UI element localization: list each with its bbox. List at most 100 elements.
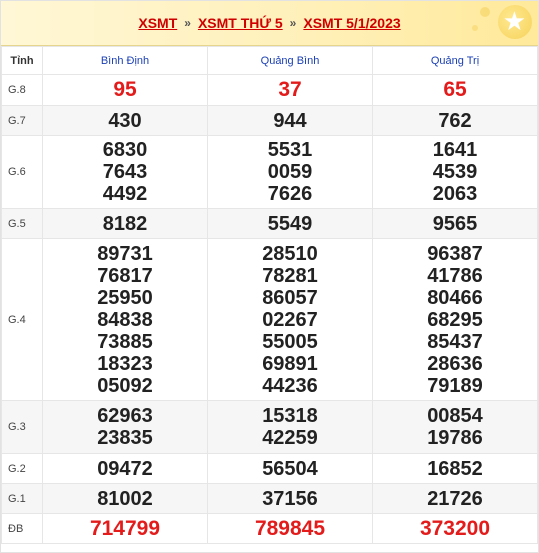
table-row: ĐB 714799 789845 373200 (1, 513, 538, 544)
province-header-binh-dinh[interactable]: Bình Định (42, 46, 208, 75)
prize-cell: 5531 0059 7626 (207, 135, 373, 209)
prize-number: 95 (113, 78, 137, 101)
prize-number: 19786 (427, 427, 483, 449)
table-header-row: Tỉnh Bình Định Quảng Bình Quảng Trị (1, 46, 538, 75)
prize-cell: 95 (42, 74, 208, 106)
prize-number: 78281 (262, 264, 318, 287)
prize-number: 8182 (102, 212, 148, 235)
prize-cell: 56504 (207, 453, 373, 484)
prize-number: 21726 (427, 487, 483, 510)
prize-number: 5531 (267, 139, 313, 161)
prize-number: 05092 (97, 374, 153, 397)
table-row: G.2 09472 56504 16852 (1, 453, 538, 484)
prize-number: 84838 (97, 308, 153, 331)
table-row: G.6 6830 7643 4492 5531 0059 7626 1641 4539 2063 (1, 135, 538, 209)
prize-label: G.3 (1, 400, 43, 454)
prize-cell: 81002 (42, 483, 208, 514)
prize-number: 80466 (427, 286, 483, 309)
prize-number: 789845 (254, 516, 326, 540)
prize-label: G.8 (1, 74, 43, 106)
prize-cell: 789845 (207, 513, 373, 544)
breadcrumb: XSMT » XSMT THỨ 5 » XSMT 5/1/2023 ★ (1, 1, 538, 46)
prize-number: 430 (108, 109, 142, 132)
prize-cell: 9565 (372, 208, 538, 239)
prize-number: 69891 (262, 352, 318, 375)
prize-number: 6830 (102, 139, 148, 161)
prize-number: 1641 (432, 139, 478, 161)
prize-number: 2063 (432, 183, 478, 205)
prize-label: G.6 (1, 135, 43, 209)
results-panel: XSMT » XSMT THỨ 5 » XSMT 5/1/2023 ★ Tỉnh… (0, 0, 539, 553)
prize-number: 37156 (262, 487, 318, 510)
province-header-quang-tri[interactable]: Quảng Trị (372, 46, 538, 75)
prize-number: 28636 (427, 352, 483, 375)
prize-number: 9565 (432, 212, 478, 235)
prize-number: 85437 (427, 330, 483, 353)
prize-cell: 65 (372, 74, 538, 106)
prize-cell: 1641 4539 2063 (372, 135, 538, 209)
prize-cell: 09472 (42, 453, 208, 484)
table-row: G.1 81002 37156 21726 (1, 483, 538, 514)
table-row: G.4 89731 76817 25950 84838 73885 18323 05092 28… (1, 238, 538, 401)
prize-number: 25950 (97, 286, 153, 309)
prize-number: 79189 (427, 374, 483, 397)
prize-number: 73885 (97, 330, 153, 353)
breadcrumb-link-xsmt-thu5[interactable]: XSMT THỨ 5 (198, 15, 283, 31)
prize-number: 09472 (97, 457, 153, 480)
breadcrumb-separator: » (289, 16, 297, 30)
prize-label: G.1 (1, 483, 43, 514)
prize-number: 37 (278, 78, 302, 101)
prize-cell: 16852 (372, 453, 538, 484)
province-header-quang-binh[interactable]: Quảng Bình (207, 46, 373, 75)
prize-number: 23835 (97, 427, 153, 449)
table-row: G.5 8182 5549 9565 (1, 208, 538, 239)
prize-cell: 62963 23835 (42, 400, 208, 454)
prize-number: 15318 (262, 405, 318, 427)
prize-number: 65 (443, 78, 467, 101)
prize-cell: 762 (372, 105, 538, 136)
prize-number: 18323 (97, 352, 153, 375)
prize-number: 7626 (267, 183, 313, 205)
prize-label: G.5 (1, 208, 43, 239)
prize-number: 86057 (262, 286, 318, 309)
prize-cell: 96387 41786 80466 68295 85437 28636 79189 (372, 238, 538, 401)
breadcrumb-link-xsmt[interactable]: XSMT (138, 15, 177, 31)
prize-label: G.2 (1, 453, 43, 484)
prize-number: 7643 (102, 161, 148, 183)
prize-cell: 15318 42259 (207, 400, 373, 454)
prize-number: 55005 (262, 330, 318, 353)
prize-number: 944 (273, 109, 307, 132)
prize-cell: 8182 (42, 208, 208, 239)
prize-cell: 37 (207, 74, 373, 106)
prize-number: 16852 (427, 457, 483, 480)
prize-label: G.4 (1, 238, 43, 401)
province-label-header: Tỉnh (1, 46, 43, 75)
results-table: Tỉnh Bình Định Quảng Bình Quảng Trị G.8 9… (1, 46, 538, 544)
prize-number: 96387 (427, 242, 483, 265)
prize-number: 714799 (89, 516, 161, 540)
prize-cell: 430 (42, 105, 208, 136)
prize-cell: 373200 (372, 513, 538, 544)
decor-dot (480, 7, 490, 17)
prize-number: 02267 (262, 308, 318, 331)
prize-number: 41786 (427, 264, 483, 287)
prize-number: 89731 (97, 242, 153, 265)
prize-cell: 00854 19786 (372, 400, 538, 454)
prize-number: 68295 (427, 308, 483, 331)
prize-cell: 714799 (42, 513, 208, 544)
prize-number: 76817 (97, 264, 153, 287)
prize-number: 373200 (419, 516, 491, 540)
breadcrumb-link-xsmt-date[interactable]: XSMT 5/1/2023 (303, 15, 400, 31)
prize-number: 4492 (102, 183, 148, 205)
prize-cell: 89731 76817 25950 84838 73885 18323 05092 (42, 238, 208, 401)
prize-cell: 37156 (207, 483, 373, 514)
prize-cell: 28510 78281 86057 02267 55005 69891 44236 (207, 238, 373, 401)
breadcrumb-separator: » (184, 16, 191, 30)
prize-label: ĐB (1, 513, 43, 544)
prize-number: 44236 (262, 374, 318, 397)
prize-number: 5549 (267, 212, 313, 235)
prize-cell: 6830 7643 4492 (42, 135, 208, 209)
prize-cell: 21726 (372, 483, 538, 514)
table-row: G.3 62963 23835 15318 42259 00854 19786 (1, 400, 538, 454)
prize-number: 00854 (427, 405, 483, 427)
